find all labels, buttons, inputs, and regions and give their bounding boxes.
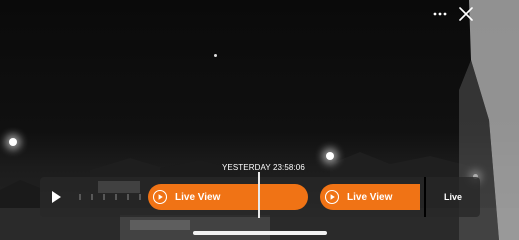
timeline-scrubber[interactable]: Live View Live View Live xyxy=(40,177,480,217)
close-button[interactable] xyxy=(456,4,476,24)
camera-viewer: YESTERDAY 23:58:06 Live View Live View L… xyxy=(0,0,519,240)
play-icon xyxy=(52,191,61,203)
timeline-playhead[interactable] xyxy=(258,172,260,218)
live-view-clip[interactable]: Live View xyxy=(320,184,420,210)
play-button[interactable] xyxy=(48,189,64,205)
more-horizontal-icon xyxy=(433,12,447,16)
live-view-clip-label: Live View xyxy=(175,191,221,203)
timeline-timestamp: YESTERDAY 23:58:06 xyxy=(222,163,305,172)
live-button[interactable]: Live xyxy=(426,177,480,217)
more-options-button[interactable] xyxy=(430,4,450,24)
streetlight-glow xyxy=(9,138,17,146)
play-circle-icon xyxy=(152,189,168,205)
close-icon xyxy=(459,7,473,21)
home-indicator[interactable] xyxy=(193,231,327,235)
live-view-clip-label: Live View xyxy=(347,191,393,203)
streetlight-glow xyxy=(326,152,334,160)
play-circle-icon xyxy=(324,189,340,205)
live-view-clip[interactable]: Live View xyxy=(148,184,308,210)
night-sky-star xyxy=(214,54,217,57)
